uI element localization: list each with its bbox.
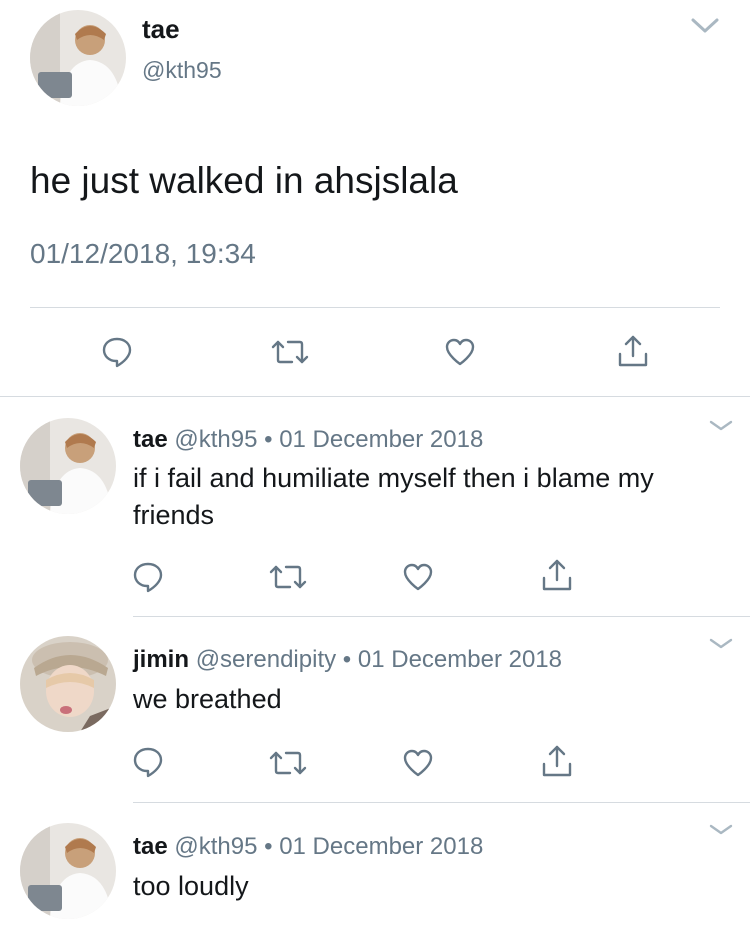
reply-author-name[interactable]: jimin [133, 646, 189, 673]
heart-icon[interactable] [402, 563, 434, 591]
reply-icon[interactable] [133, 561, 163, 593]
heart-icon[interactable] [402, 749, 434, 777]
reply-header: tae @kth95 • 01 December 2018 [133, 833, 483, 861]
reply-date[interactable]: 01 December 2018 [279, 426, 483, 453]
reply-author-name[interactable]: tae [133, 833, 168, 860]
reply-author-handle[interactable]: @serendipity [196, 646, 336, 673]
reply-author-name[interactable]: tae [133, 426, 168, 453]
main-divider-bottom [0, 396, 750, 397]
retweet-icon[interactable] [268, 749, 308, 777]
chevron-down-icon[interactable] [690, 16, 720, 36]
reply-author-handle[interactable]: @kth95 [174, 426, 257, 453]
share-icon[interactable] [541, 558, 573, 592]
reply-divider [133, 616, 750, 617]
retweet-icon[interactable] [268, 563, 308, 591]
main-avatar[interactable] [30, 10, 126, 106]
reply-header: tae @kth95 • 01 December 2018 [133, 426, 483, 454]
reply-avatar[interactable] [20, 823, 116, 919]
chevron-down-icon[interactable] [708, 636, 734, 652]
chevron-down-icon[interactable] [708, 418, 734, 434]
dot-separator: • [264, 833, 273, 860]
main-tweet-timestamp: 01/12/2018, 19:34 [30, 238, 256, 269]
reply-date[interactable]: 01 December 2018 [279, 833, 483, 860]
dot-separator: • [342, 646, 352, 673]
main-author-name[interactable]: tae [142, 14, 180, 45]
reply-avatar[interactable] [20, 418, 116, 514]
reply-header: jimin @serendipity • 01 December 2018 [133, 646, 562, 674]
retweet-icon[interactable] [270, 338, 310, 366]
reply-icon[interactable] [102, 336, 132, 368]
reply-divider [133, 802, 750, 803]
chevron-down-icon[interactable] [708, 822, 734, 838]
reply-author-handle[interactable]: @kth95 [174, 833, 257, 860]
reply-avatar[interactable] [20, 636, 116, 732]
reply-text-line: if i fail and humiliate myself then i bl… [133, 463, 654, 493]
reply-text-line: we breathed [133, 684, 282, 714]
main-author-handle[interactable]: @kth95 [142, 57, 222, 84]
dot-separator: • [264, 426, 273, 453]
share-icon[interactable] [541, 744, 573, 778]
share-icon[interactable] [617, 334, 649, 368]
reply-date[interactable]: 01 December 2018 [358, 646, 562, 673]
reply-icon[interactable] [133, 746, 163, 778]
main-divider-top [30, 307, 720, 308]
reply-text-line: too loudly [133, 871, 249, 901]
reply-text-line: friends [133, 500, 215, 530]
main-tweet-text: he just walked in ahsjslala [30, 160, 458, 201]
heart-icon[interactable] [444, 338, 476, 366]
